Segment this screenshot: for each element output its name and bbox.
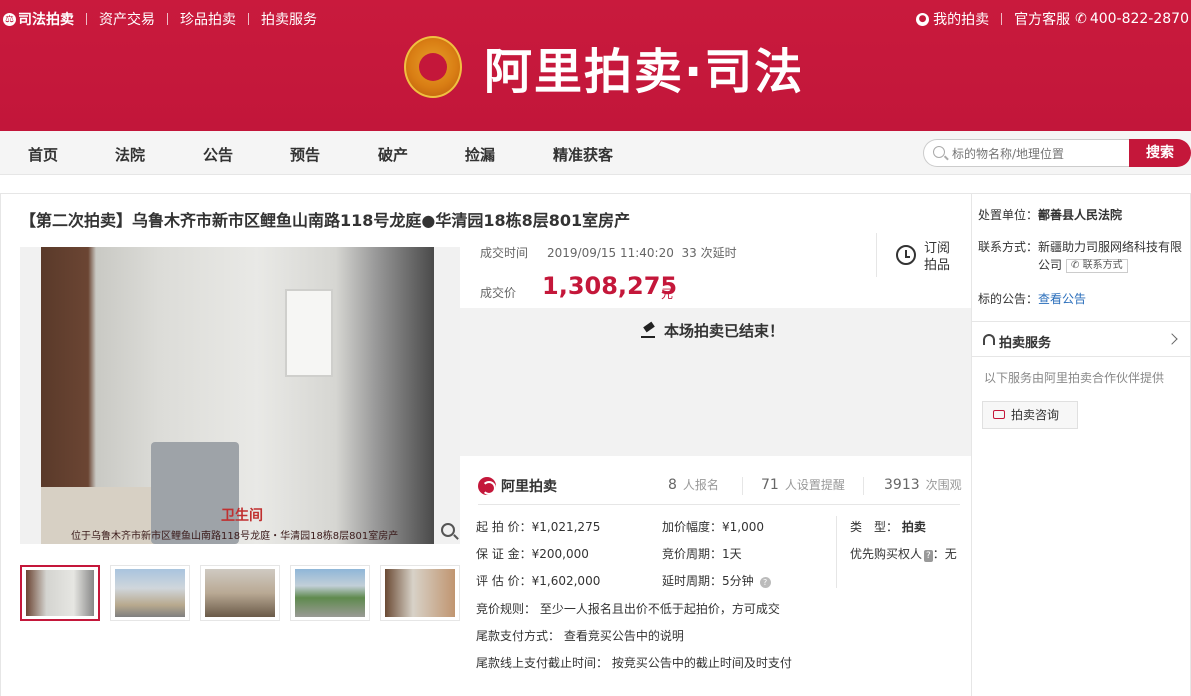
increment: 加价幅度：¥1,000 (662, 520, 764, 534)
top-link-treasure[interactable]: 珍品拍卖 (180, 9, 236, 29)
logo-text: 阿里拍卖·司法 (484, 44, 805, 100)
chat-icon (993, 410, 1005, 419)
info-tag-icon: ? (924, 550, 933, 562)
priority-buyer: 优先购买权人? ：无 (850, 547, 957, 562)
nav-notice[interactable]: 公告 (203, 144, 233, 165)
nav-court[interactable]: 法院 (115, 144, 145, 165)
deal-price: 1,308,275 (542, 272, 678, 300)
delay-cycle: 延时周期：5分钟? (662, 572, 771, 589)
item-notice: 标的公告：查看公告 (978, 292, 1087, 306)
eval-price: 评 估 价：¥1,602,000 (476, 574, 601, 588)
chevron-right-icon (1166, 333, 1178, 345)
my-auction-link[interactable]: 我的拍卖 (933, 9, 989, 29)
photo-caption: 位于乌鲁木齐市新市区鲤鱼山南路118号龙庭・华清园18栋8层801室房产 (71, 531, 399, 542)
top-link-service[interactable]: 拍卖服务 (261, 9, 317, 29)
ali-brand: 阿里拍卖 (478, 476, 557, 496)
top-link-asset[interactable]: 资产交易 (99, 9, 155, 29)
view-count: 3913 次围观 (884, 477, 962, 493)
gavel-icon: ⚖ (3, 12, 16, 26)
site-logo[interactable]: 阿里拍卖·司法 (404, 32, 804, 102)
phone-icon: ✆ (1075, 11, 1087, 27)
view-notice-link[interactable]: 查看公告 (1038, 292, 1086, 306)
auction-ended-panel: 本场拍卖已结束！ (460, 308, 971, 456)
user-icon: ● (916, 12, 930, 26)
payment-method: 尾款支付方式： 查看竞买公告中的说明 (476, 629, 684, 643)
payment-deadline: 尾款线上支付截止时间： 按竞买公告中的截止时间及时支付 (476, 656, 792, 670)
ended-message: 本场拍卖已结束！ (664, 322, 785, 340)
auction-consult-button[interactable]: 拍卖咨询 (982, 401, 1078, 429)
contact-button[interactable]: ✆ 联系方式 (1066, 258, 1128, 273)
bid-cycle: 竞价周期：1天 (662, 547, 742, 561)
disposal-unit: 处置单位：鄯善县人民法院 (978, 208, 1123, 222)
search-bar: 搜索 (923, 139, 1191, 167)
thumbnail-2[interactable] (110, 565, 190, 621)
thumbnail-1[interactable] (20, 565, 100, 621)
topbar: ⚖ 司法拍卖 资产交易 珍品拍卖 拍卖服务 ● 我的拍卖 官方客服 ✆ 400-8… (0, 0, 1191, 36)
main-photo[interactable]: 卫生间 位于乌鲁木齐市新市区鲤鱼山南路118号龙庭・华清园18栋8层801室房产 (20, 247, 460, 544)
remind-count: 71 人设置提醒 (761, 477, 845, 493)
thumbnail-4[interactable] (290, 565, 370, 621)
deal-time-label: 成交时间 (480, 246, 529, 260)
nav-preview[interactable]: 预告 (290, 144, 320, 165)
headset-icon (983, 334, 995, 345)
phone-number: 400-822-2870 (1089, 11, 1189, 27)
ali-auction-icon (478, 477, 496, 495)
deposit: 保 证 金：¥200,000 (476, 547, 589, 561)
subscribe-button[interactable]: 订阅拍品 (924, 240, 954, 274)
brand-link[interactable]: ⚖ 司法拍卖 (3, 9, 74, 29)
clock-icon[interactable] (896, 245, 916, 265)
site-header: ⚖ 司法拍卖 资产交易 珍品拍卖 拍卖服务 ● 我的拍卖 官方客服 ✆ 400-8… (0, 0, 1191, 131)
auction-type: 类 型： 拍卖 (850, 520, 926, 534)
signup-count: 8 人报名 (668, 477, 719, 493)
deal-time: 2019/09/15 11:40:20 33 次延时 (547, 246, 737, 260)
auction-service-header[interactable]: 拍卖服务 (972, 321, 1190, 357)
court-emblem-icon (404, 36, 462, 98)
thumbnail-3[interactable] (200, 565, 280, 621)
zoom-icon[interactable] (441, 523, 455, 537)
photo-watermark: 卫生间 (221, 508, 263, 524)
nav-home[interactable]: 首页 (28, 144, 58, 165)
sidebar: 处置单位：鄯善县人民法院 联系方式：新疆助力司服网络科技有限 公司 ✆ 联系方式 … (971, 193, 1191, 696)
search-input[interactable] (952, 145, 1127, 163)
deal-price-label: 成交价 (480, 286, 517, 300)
thumbnail-5[interactable] (380, 565, 460, 621)
thumbnail-strip (20, 565, 460, 621)
bid-rule: 竞价规则： 至少一人报名且出价不低于起拍价，方可成交 (476, 602, 780, 616)
nav-bargain[interactable]: 捡漏 (465, 144, 495, 165)
search-icon (933, 146, 945, 158)
price-unit: 元 (661, 287, 674, 301)
item-title: 【第二次拍卖】乌鲁木齐市新市区鲤鱼山南路118号龙庭●华清园18栋8层801室房… (20, 211, 631, 230)
nav-bankruptcy[interactable]: 破产 (378, 144, 408, 165)
service-note: 以下服务由阿里拍卖合作伙伴提供 (984, 371, 1165, 385)
auction-stats: 阿里拍卖 8 人报名 71 人设置提醒 3913 次围观 起 拍 价：¥1,021,2… (460, 456, 971, 696)
search-button[interactable]: 搜索 (1129, 139, 1191, 167)
customer-service-link[interactable]: 官方客服 (1014, 9, 1070, 29)
help-icon[interactable]: ? (759, 577, 771, 588)
hammer-icon (640, 323, 656, 339)
nav-leads[interactable]: 精准获客 (553, 144, 613, 165)
deal-info: 成交时间 2019/09/15 11:40:20 33 次延时 成交价 1,30… (460, 230, 971, 308)
contact-info: 联系方式：新疆助力司服网络科技有限 (978, 240, 1183, 254)
start-price: 起 拍 价：¥1,021,275 (476, 520, 601, 534)
bathroom-photo: 卫生间 位于乌鲁木齐市新市区鲤鱼山南路118号龙庭・华清园18栋8层801室房产 (41, 247, 434, 544)
